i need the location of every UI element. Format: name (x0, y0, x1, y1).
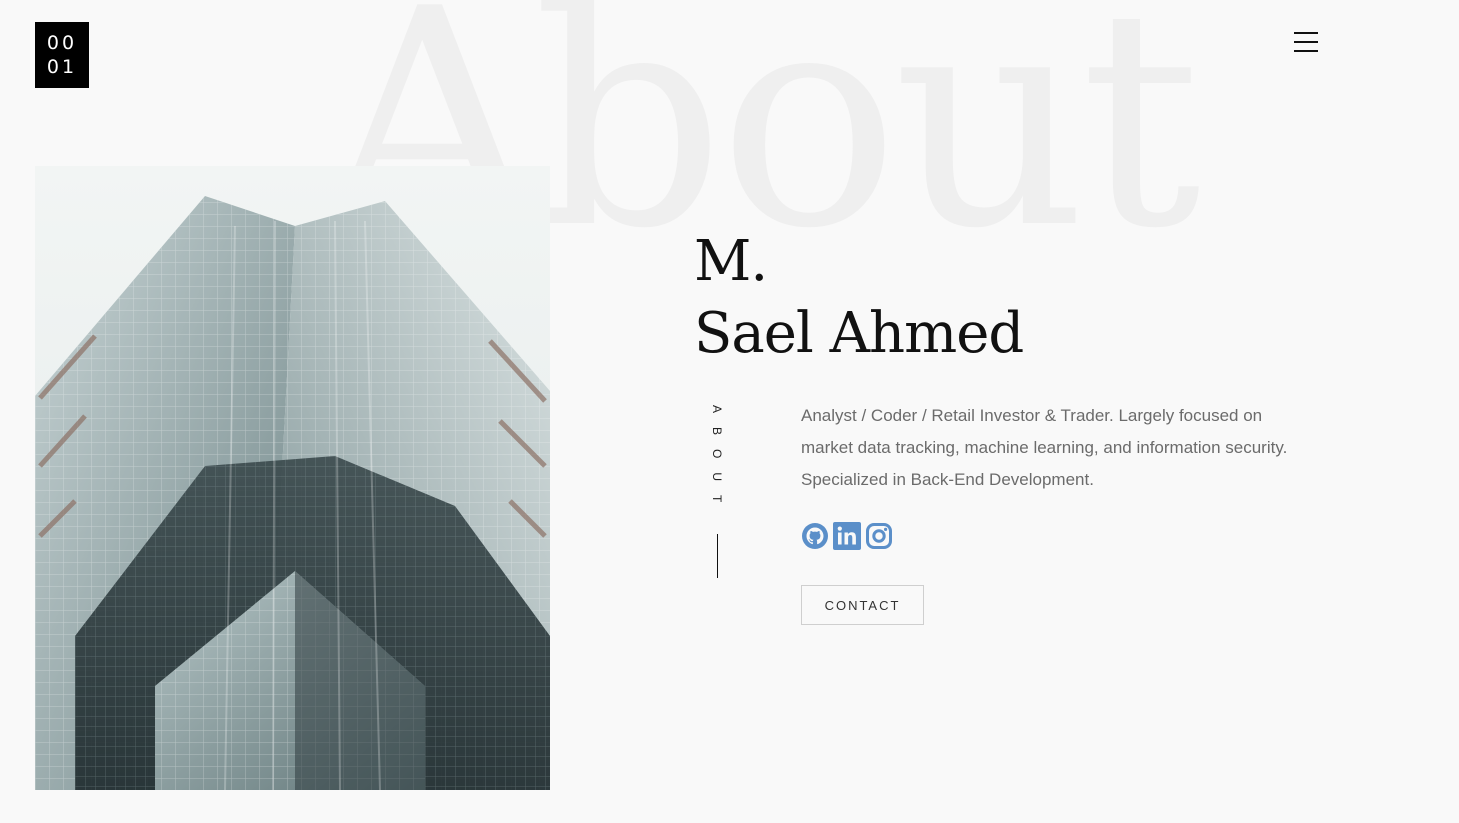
bio-text: Analyst / Coder / Retail Investor & Trad… (801, 406, 1288, 489)
skyscraper-photo (35, 166, 550, 790)
side-label-divider (717, 534, 718, 578)
github-icon[interactable] (801, 522, 829, 550)
instagram-icon[interactable] (865, 522, 893, 550)
about-page: About 00 01 M. Sael Ahmed ABOUT Analyst … (0, 0, 1459, 823)
linkedin-icon[interactable] (833, 522, 861, 550)
name-line-2: Sael Ahmed (694, 301, 1024, 366)
social-links (801, 522, 893, 550)
logo[interactable]: 00 01 (35, 22, 89, 88)
contact-button[interactable]: CONTACT (801, 585, 924, 625)
hamburger-menu-icon[interactable] (1294, 32, 1318, 52)
name-line-1: M. (694, 229, 768, 294)
logo-line-1: 00 (46, 32, 78, 54)
section-side-label: ABOUT (706, 405, 728, 578)
logo-line-2: 01 (46, 56, 78, 78)
hero-name: M. Sael Ahmed (694, 226, 1024, 370)
side-label-text: ABOUT (710, 405, 724, 517)
